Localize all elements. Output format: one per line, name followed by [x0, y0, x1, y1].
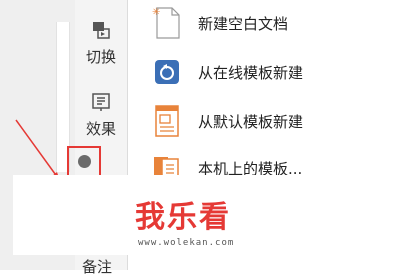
menu-item-label: 新建空白文档	[198, 14, 289, 33]
switch-button[interactable]: 切换	[78, 20, 124, 67]
watermark-brand: 我乐看	[135, 200, 231, 235]
blank-document-icon: ✳	[152, 7, 180, 39]
default-template-icon	[155, 105, 179, 137]
online-template-icon	[155, 60, 179, 84]
svg-text:✳: ✳	[152, 7, 160, 18]
animation-effect-icon	[92, 93, 110, 111]
menu-item-online-template[interactable]: 从在线模板新建	[150, 52, 405, 92]
notes-label: 备注	[82, 258, 113, 276]
effect-button[interactable]: 效果	[78, 92, 124, 139]
menu-item-label: 从在线模板新建	[198, 63, 304, 82]
menu-item-default-template[interactable]: 从默认模板新建	[150, 101, 405, 141]
effect-label: 效果	[85, 120, 116, 138]
menu-item-new-blank[interactable]: ✳ 新建空白文档	[150, 3, 405, 43]
red-pointer-arrow	[15, 119, 60, 181]
switch-label: 切换	[85, 48, 116, 66]
transition-icon	[93, 22, 110, 39]
menu-item-label: 从默认模板新建	[198, 112, 304, 131]
watermark-url: www.wolekan.com	[138, 238, 235, 248]
